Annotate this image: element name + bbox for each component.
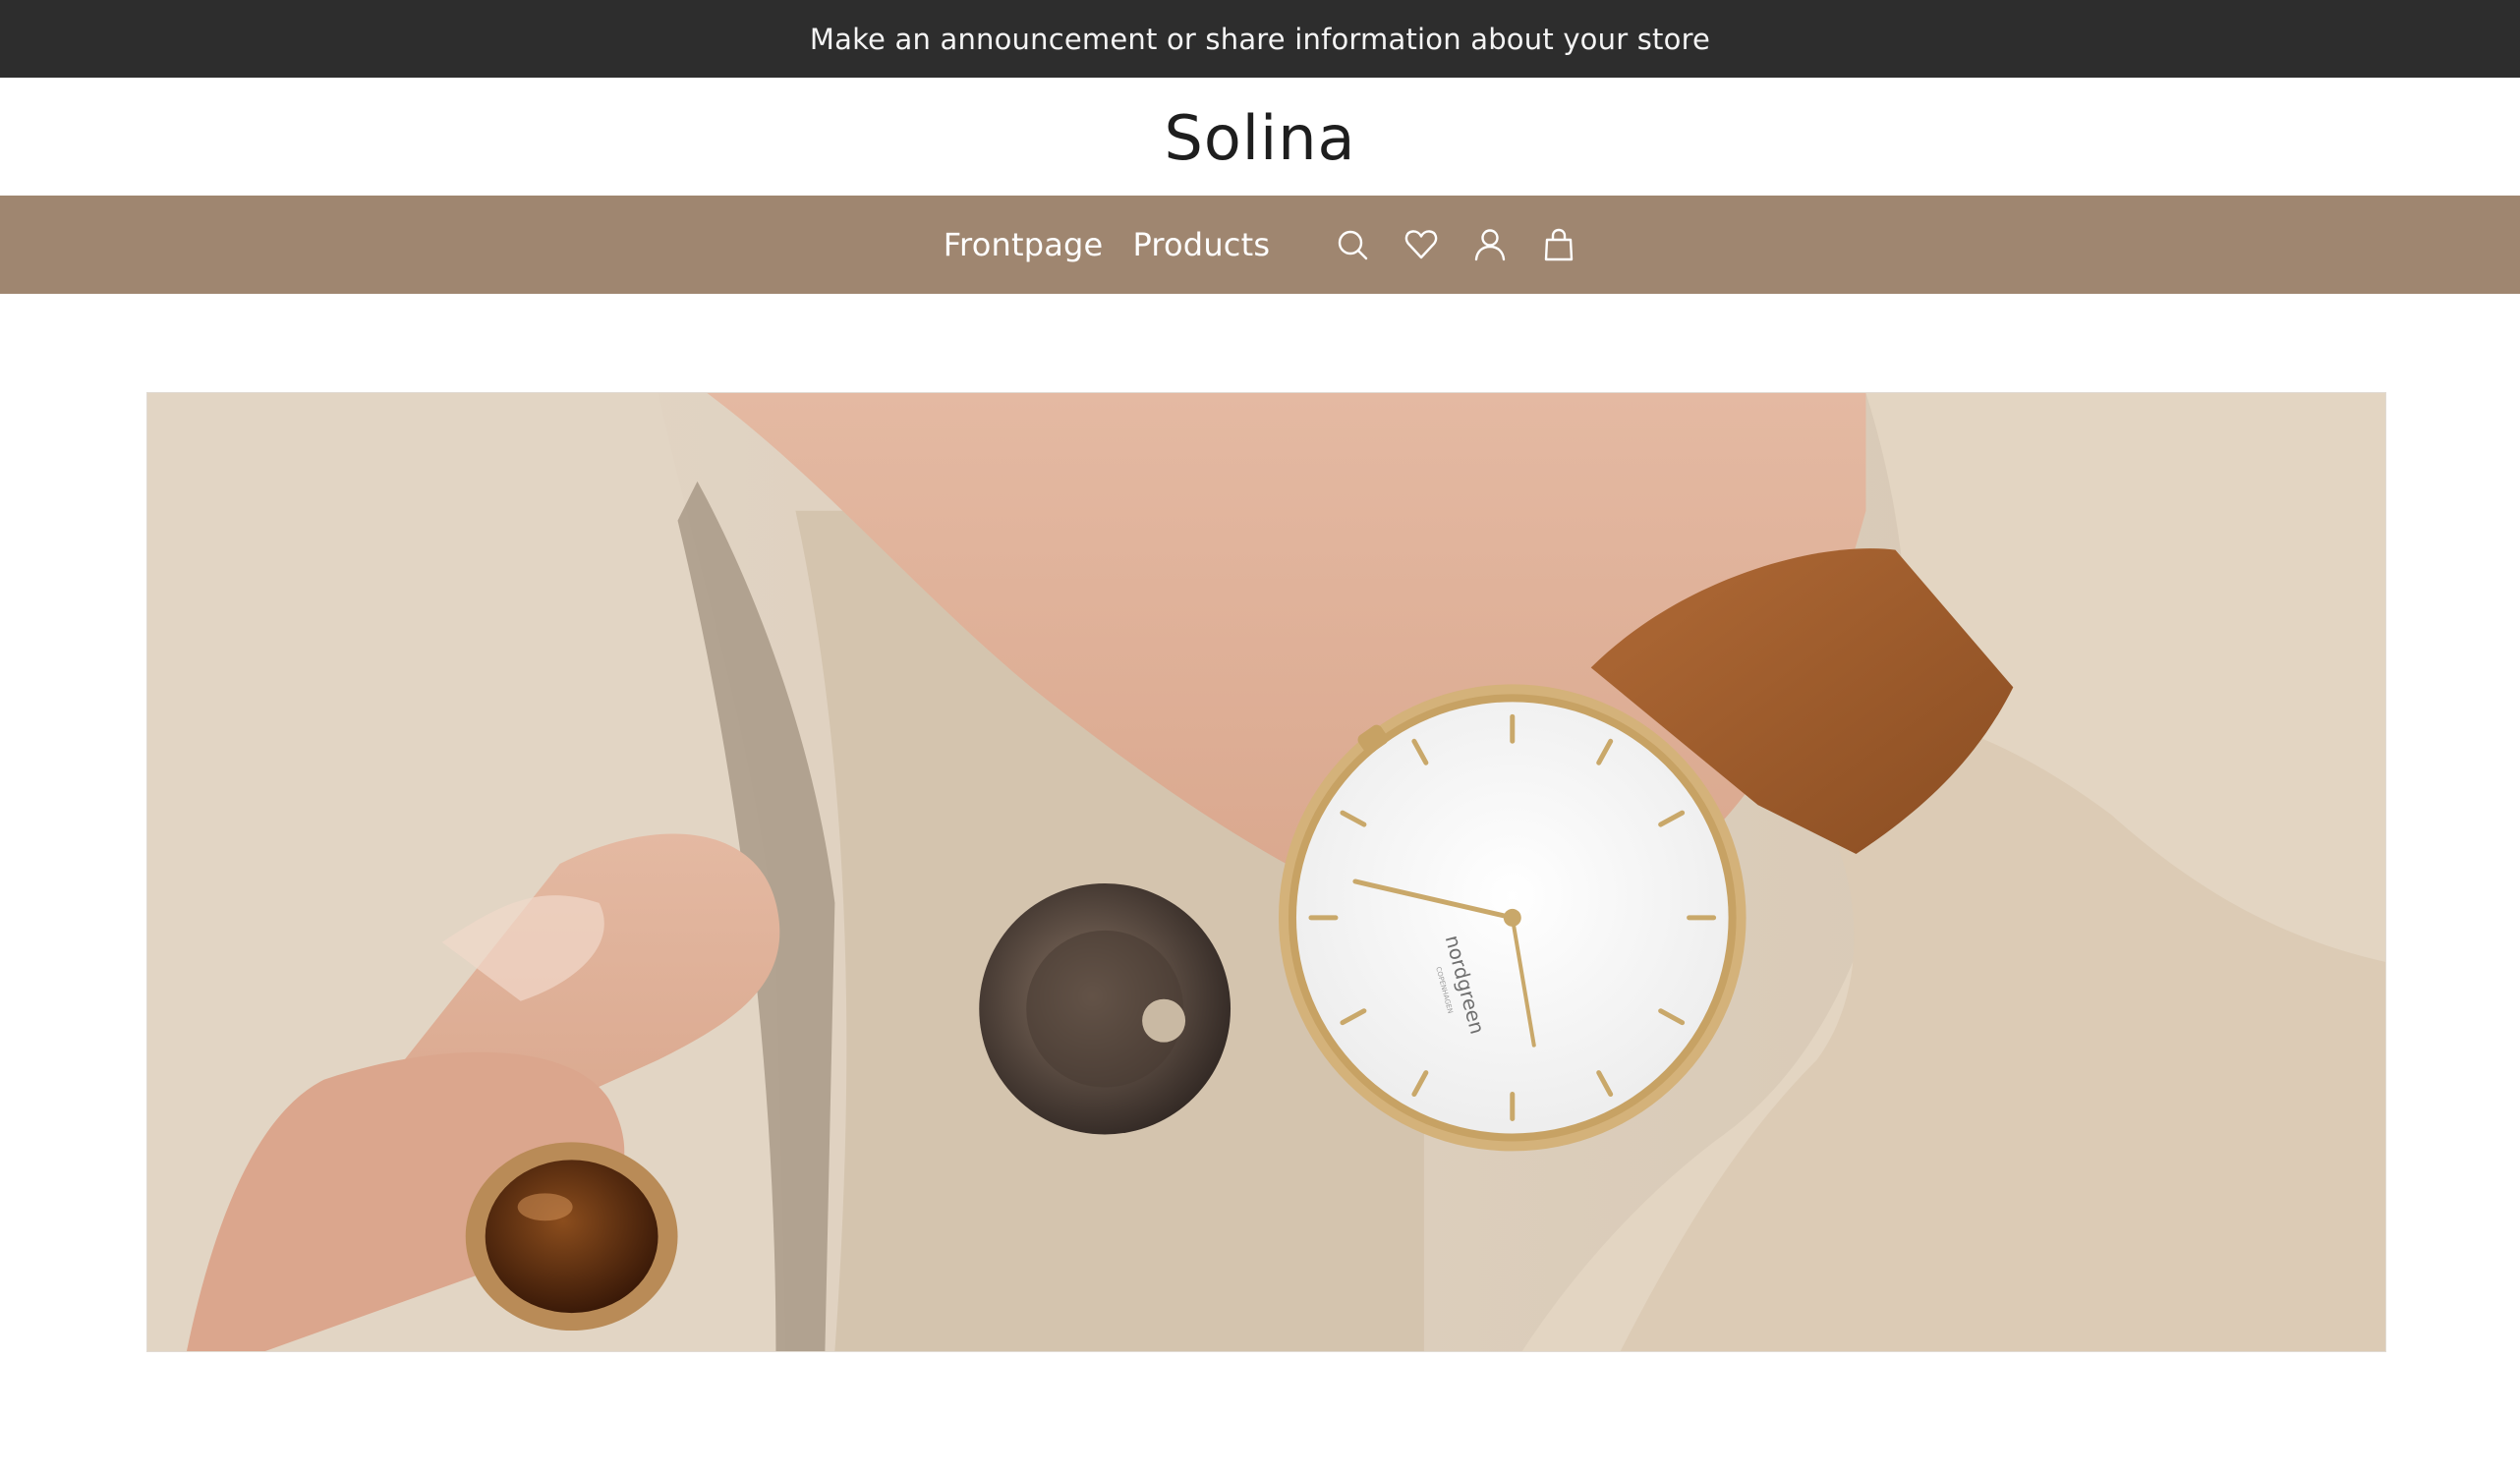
announcement-text: Make an announcement or share informatio… bbox=[809, 22, 1711, 56]
account-icon[interactable] bbox=[1472, 227, 1508, 262]
store-logo[interactable]: Solina bbox=[1164, 100, 1355, 174]
nav-link-frontpage[interactable]: Frontpage bbox=[944, 226, 1104, 263]
announcement-bar: Make an announcement or share informatio… bbox=[0, 0, 2520, 78]
main-nav: Frontpage Products bbox=[0, 196, 2520, 294]
bag-icon[interactable] bbox=[1541, 227, 1576, 262]
hero-image: nordgreen COPENHAGEN bbox=[147, 393, 2385, 1351]
hero-banner: nordgreen COPENHAGEN bbox=[146, 392, 2386, 1352]
site-header: Solina bbox=[0, 78, 2520, 196]
nav-icons bbox=[1335, 227, 1576, 262]
nav-links: Frontpage Products bbox=[944, 226, 1270, 263]
search-icon[interactable] bbox=[1335, 227, 1370, 262]
nav-link-products[interactable]: Products bbox=[1132, 226, 1270, 263]
heart-icon[interactable] bbox=[1403, 227, 1439, 262]
